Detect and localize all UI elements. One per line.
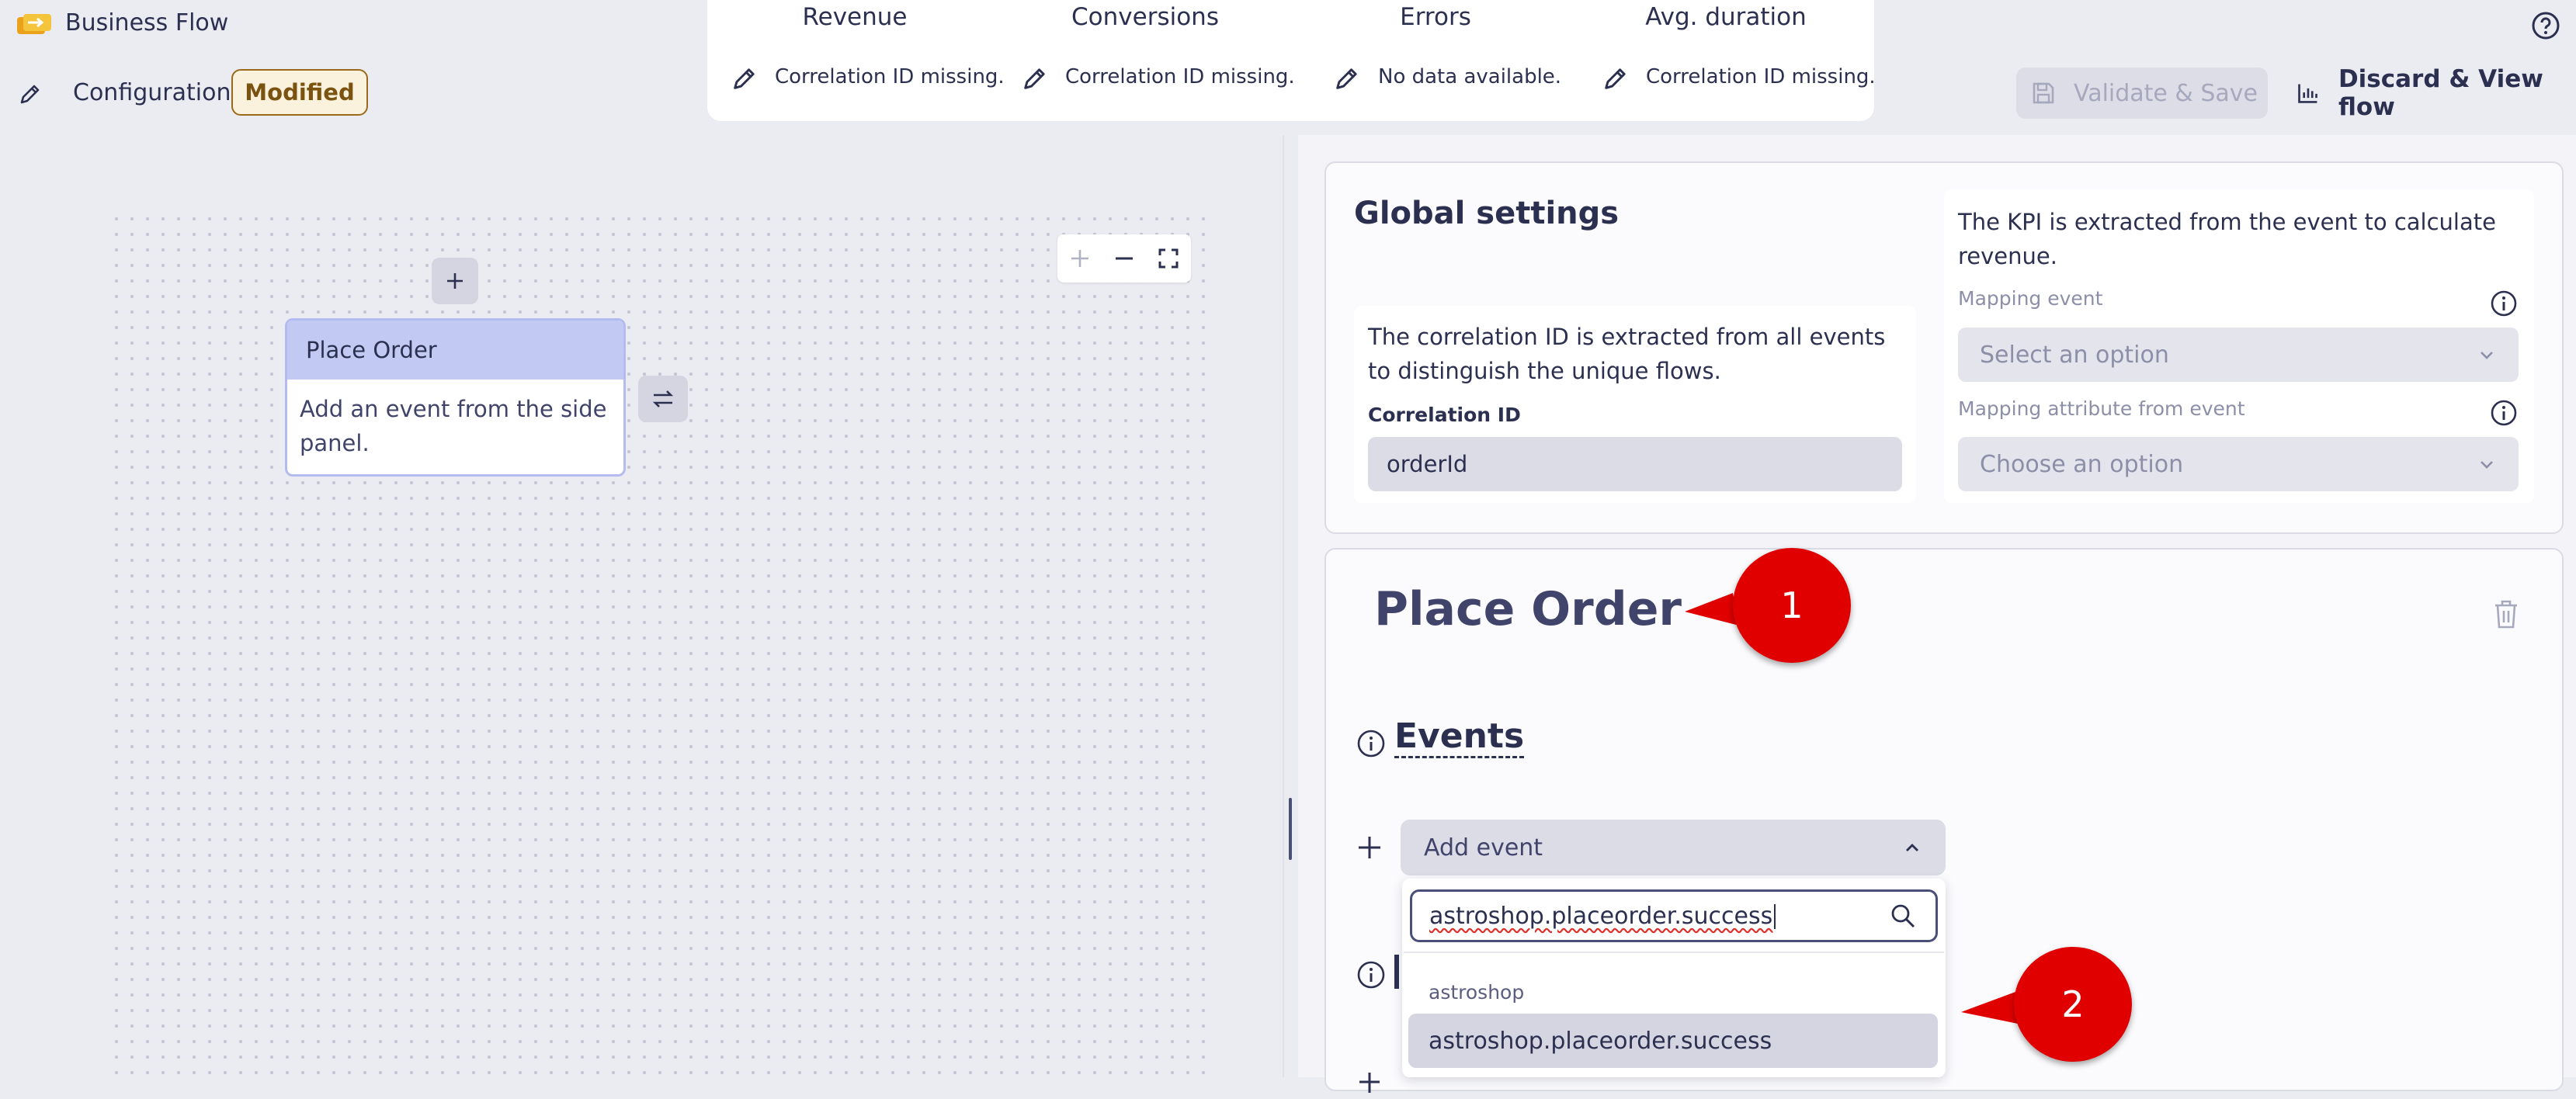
kpi-header-avg-duration: Avg. duration bbox=[1645, 3, 1807, 31]
event-search-input[interactable]: astroshop.placeorder.success bbox=[1410, 889, 1938, 942]
configuration-label[interactable]: Configuration bbox=[73, 79, 231, 106]
pencil-icon[interactable] bbox=[1332, 64, 1362, 93]
node-body: Add an event from the side panel. bbox=[300, 396, 607, 456]
correlation-id-label: Correlation ID bbox=[1368, 404, 1521, 426]
zoom-out-icon[interactable] bbox=[1113, 247, 1136, 270]
mapping-attribute-placeholder: Choose an option bbox=[1980, 450, 2184, 478]
add-event-label: Add event bbox=[1424, 834, 1543, 862]
add-node-button[interactable] bbox=[432, 258, 478, 304]
kpi-header-conversions: Conversions bbox=[1071, 3, 1219, 31]
chevron-down-icon bbox=[2481, 461, 2493, 469]
chart-icon bbox=[2298, 84, 2317, 103]
flow-node-place-order[interactable]: Place Order Add an event from the side p… bbox=[285, 318, 626, 477]
kpi-status-errors: No data available. bbox=[1378, 65, 1562, 88]
annotation-marker-1: 1 bbox=[1733, 548, 1851, 663]
kpi-status-avg-duration: Correlation ID missing. bbox=[1646, 65, 1876, 88]
correlation-id-input[interactable]: orderId bbox=[1368, 437, 1902, 491]
add-event-select[interactable]: Add event bbox=[1401, 820, 1946, 875]
event-search-value: astroshop.placeorder.success bbox=[1429, 903, 1776, 930]
kpi-header-errors: Errors bbox=[1400, 3, 1471, 31]
info-icon[interactable] bbox=[1356, 728, 1387, 759]
zoom-in-icon[interactable] bbox=[1068, 247, 1092, 270]
discard-view-flow-label: Discard & View flow bbox=[2338, 65, 2543, 121]
folder-flow-icon bbox=[17, 14, 51, 34]
mapping-attribute-select[interactable]: Choose an option bbox=[1958, 437, 2519, 491]
mapping-event-placeholder: Select an option bbox=[1980, 341, 2169, 369]
trash-icon[interactable] bbox=[2491, 598, 2522, 632]
search-icon bbox=[1891, 904, 1915, 928]
splitter-handle[interactable] bbox=[1289, 798, 1292, 860]
swap-node-button[interactable] bbox=[638, 376, 688, 422]
section-title-fragment bbox=[1394, 955, 1399, 989]
pencil-icon[interactable] bbox=[730, 64, 759, 93]
global-settings-title: Global settings bbox=[1354, 196, 1620, 231]
swap-icon bbox=[652, 390, 674, 407]
plus-icon bbox=[447, 273, 463, 289]
plus-icon[interactable] bbox=[1352, 1065, 1387, 1099]
mapping-event-select[interactable]: Select an option bbox=[1958, 328, 2519, 382]
events-title: Events bbox=[1394, 717, 1525, 758]
dropdown-divider bbox=[1404, 952, 1944, 953]
correlation-description: The correlation ID is extracted from all… bbox=[1368, 324, 1886, 384]
kpi-status-revenue: Correlation ID missing. bbox=[775, 65, 1005, 88]
plus-icon[interactable] bbox=[1352, 830, 1387, 865]
mapping-attribute-label: Mapping attribute from event bbox=[1958, 397, 2245, 420]
annotation-marker-2: 2 bbox=[2014, 947, 2132, 1062]
annotation-number-1: 1 bbox=[1780, 584, 1804, 626]
canvas-dot-grid bbox=[109, 211, 1211, 1077]
kpi-status-conversions: Correlation ID missing. bbox=[1065, 65, 1295, 88]
info-icon[interactable] bbox=[1356, 959, 1387, 990]
validate-save-button[interactable]: Validate & Save bbox=[2016, 68, 2268, 119]
annotation-number-2: 2 bbox=[2061, 983, 2085, 1025]
step-title[interactable]: Place Order bbox=[1374, 582, 1682, 636]
app-title: Business Flow bbox=[65, 9, 229, 36]
pencil-icon[interactable] bbox=[1601, 64, 1630, 93]
pencil-icon[interactable] bbox=[17, 81, 43, 107]
info-icon[interactable] bbox=[2489, 398, 2519, 428]
event-option[interactable]: astroshop.placeorder.success bbox=[1408, 1014, 1938, 1068]
chevron-up-icon bbox=[1906, 844, 1918, 851]
kpi-description: The KPI is extracted from the event to c… bbox=[1958, 209, 2496, 269]
discard-view-flow-button[interactable]: Discard & View flow bbox=[2297, 65, 2576, 121]
kpi-header-revenue: Revenue bbox=[802, 3, 908, 31]
panel-splitter[interactable] bbox=[1283, 135, 1284, 1077]
modified-badge: Modified bbox=[231, 69, 368, 116]
help-icon[interactable] bbox=[2531, 11, 2560, 40]
info-icon[interactable] bbox=[2489, 289, 2519, 318]
save-icon bbox=[2033, 82, 2054, 104]
chevron-down-icon bbox=[2481, 352, 2493, 359]
option-group-label: astroshop bbox=[1429, 981, 1525, 1004]
node-title: Place Order bbox=[287, 321, 623, 380]
pencil-icon[interactable] bbox=[1020, 64, 1050, 93]
mapping-event-label: Mapping event bbox=[1958, 287, 2103, 310]
fit-view-icon[interactable] bbox=[1157, 247, 1180, 270]
zoom-controls bbox=[1057, 234, 1191, 283]
validate-save-label: Validate & Save bbox=[2074, 79, 2258, 107]
